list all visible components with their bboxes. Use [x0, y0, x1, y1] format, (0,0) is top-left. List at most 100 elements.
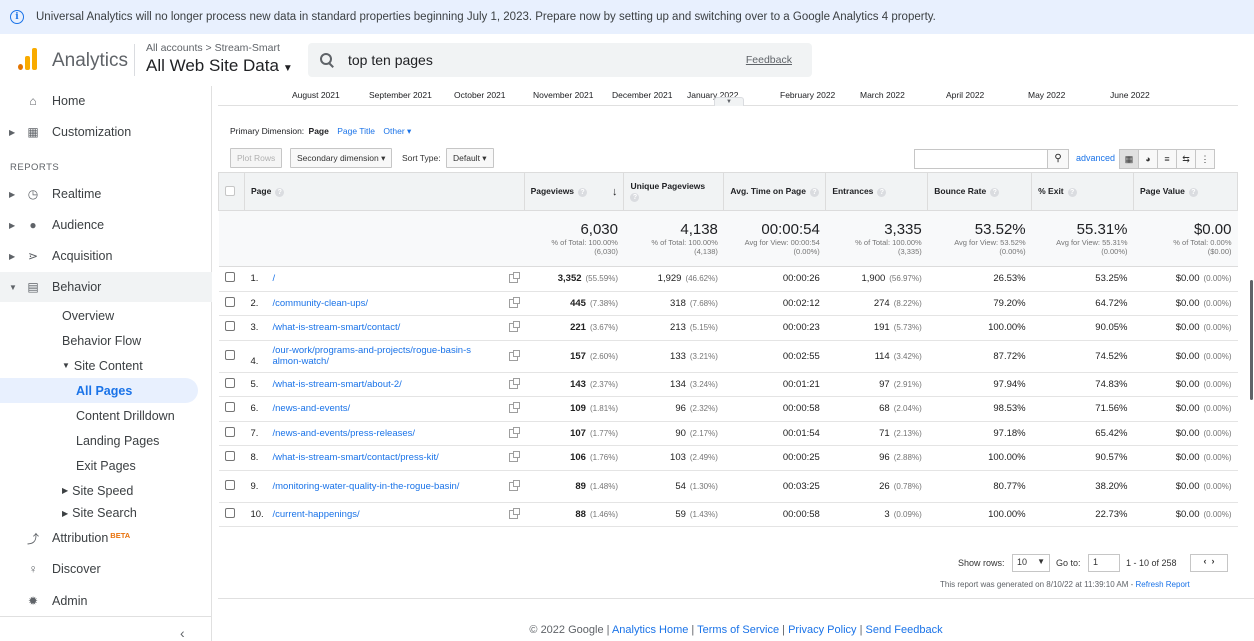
sidebar-item-all-pages[interactable]: All Pages — [0, 378, 198, 403]
col-header-page-value[interactable]: Page Value? — [1133, 172, 1238, 211]
page-link[interactable]: /our-work/programs-and-projects/rogue-ba… — [272, 345, 472, 367]
sidebar-item-exit-pages[interactable]: Exit Pages — [0, 453, 212, 478]
primary-dimension-other[interactable]: Other ▾ — [383, 126, 411, 136]
page-link[interactable]: /news-and-events/press-releases/ — [272, 428, 415, 439]
open-external-icon[interactable] — [509, 451, 521, 463]
row-select-cell[interactable] — [218, 291, 245, 316]
col-header-bounce-rate[interactable]: Bounce Rate? — [927, 172, 1033, 211]
row-select-cell[interactable] — [218, 502, 245, 527]
privacy-link[interactable]: Privacy Policy — [788, 624, 856, 636]
checkbox[interactable] — [224, 451, 235, 462]
checkbox[interactable] — [224, 479, 235, 490]
row-select-cell[interactable] — [218, 421, 245, 446]
page-link[interactable]: /what-is-stream-smart/about-2/ — [272, 379, 401, 390]
row-select-cell[interactable] — [218, 396, 245, 422]
page-scrollbar[interactable] — [1250, 280, 1253, 400]
sidebar-item-realtime[interactable]: ▶ ◷ Realtime — [0, 179, 212, 209]
plot-rows-button[interactable]: Plot Rows — [230, 148, 283, 168]
feedback-link[interactable]: Feedback — [746, 54, 792, 66]
checkbox[interactable] — [224, 272, 235, 283]
open-external-icon[interactable] — [509, 479, 521, 491]
sort-type-dropdown[interactable]: Default ▾ — [446, 148, 494, 168]
search-icon[interactable]: ⚲ — [1047, 149, 1069, 169]
sidebar-item-audience[interactable]: ▶ ● Audience — [0, 210, 212, 240]
sidebar-item-customization[interactable]: ▶ ▦ Customization — [0, 117, 212, 147]
row-select-cell[interactable] — [218, 315, 245, 341]
search-input[interactable]: top ten pages — [348, 52, 433, 68]
open-external-icon[interactable] — [509, 349, 521, 361]
checkbox[interactable] — [225, 185, 235, 196]
open-external-icon[interactable] — [509, 321, 521, 333]
table-filter-input[interactable] — [914, 149, 1048, 169]
chevron-right-icon[interactable]: › — [1212, 556, 1215, 566]
sidebar-item-discover[interactable]: ♀ Discover — [0, 554, 212, 584]
sidebar-item-admin[interactable]: ✹ Admin — [0, 586, 212, 616]
col-header-entrances[interactable]: Entrances? — [825, 172, 929, 211]
comparison-view-icon[interactable]: ⇆ — [1176, 149, 1196, 169]
help-icon[interactable]: ? — [578, 187, 588, 197]
open-external-icon[interactable] — [509, 272, 521, 284]
refresh-report-link[interactable]: Refresh Report — [1136, 580, 1190, 589]
col-header-unique-pageviews[interactable]: Unique Pageviews? — [623, 172, 725, 211]
sidebar-item-site-speed[interactable]: ▶ Site Speed — [0, 478, 212, 503]
chart-resize-handle[interactable]: ▼ — [714, 97, 744, 106]
page-link[interactable]: /current-happenings/ — [272, 509, 359, 520]
col-header-page[interactable]: Page? — [243, 172, 525, 211]
open-external-icon[interactable] — [509, 507, 521, 519]
analytics-logo-icon[interactable] — [18, 48, 40, 70]
open-external-icon[interactable] — [509, 402, 521, 414]
sidebar-item-acquisition[interactable]: ▶ ⋗ Acquisition — [0, 241, 212, 271]
sidebar-item-behavior-flow[interactable]: Behavior Flow — [0, 328, 212, 353]
row-select-cell[interactable] — [218, 340, 245, 373]
view-selector[interactable]: All Web Site Data ▼ — [146, 56, 293, 76]
checkbox[interactable] — [224, 321, 235, 332]
help-icon[interactable]: ? — [809, 188, 819, 197]
rows-per-page-select[interactable]: 10 ▼ — [1012, 554, 1050, 572]
primary-dimension-page[interactable]: Page — [309, 126, 329, 136]
secondary-dimension-dropdown[interactable]: Secondary dimension ▾ — [290, 148, 393, 168]
page-link[interactable]: / — [272, 273, 275, 284]
advanced-filter-link[interactable]: advanced — [1076, 153, 1115, 163]
search-box[interactable]: top ten pages Feedback — [308, 43, 812, 77]
sidebar-item-site-content[interactable]: ▼ Site Content — [0, 353, 212, 378]
page-link[interactable]: /what-is-stream-smart/contact/ — [272, 322, 400, 333]
help-icon[interactable]: ? — [877, 188, 887, 197]
row-select-cell[interactable] — [218, 470, 245, 503]
pivot-view-icon[interactable]: ⋮ — [1195, 149, 1215, 169]
collapse-sidebar-icon[interactable]: ‹ — [180, 625, 185, 641]
table-view-icon[interactable]: ▦ — [1119, 149, 1139, 169]
account-breadcrumb[interactable]: All accounts > Stream-Smart — [146, 42, 280, 54]
row-select-cell[interactable] — [218, 445, 245, 471]
sidebar-item-overview[interactable]: Overview — [0, 303, 212, 328]
checkbox[interactable] — [224, 349, 235, 360]
checkbox[interactable] — [224, 296, 235, 307]
help-icon[interactable]: ? — [990, 188, 1000, 197]
row-select-cell[interactable] — [218, 266, 245, 292]
help-icon[interactable]: ? — [630, 193, 640, 202]
checkbox[interactable] — [224, 402, 235, 413]
pie-view-icon[interactable]: ◕ — [1138, 149, 1158, 169]
select-all-header[interactable] — [218, 172, 245, 211]
primary-dimension-page-title[interactable]: Page Title — [337, 126, 375, 136]
open-external-icon[interactable] — [509, 377, 521, 389]
col-header-exit[interactable]: % Exit? — [1031, 172, 1135, 211]
sidebar-item-landing-pages[interactable]: Landing Pages — [0, 428, 212, 453]
chevron-left-icon[interactable]: ‹ — [1203, 556, 1206, 566]
help-icon[interactable]: ? — [1188, 188, 1198, 197]
sidebar-item-attribution[interactable]: ⤴ Attribution BETA — [0, 523, 212, 553]
open-external-icon[interactable] — [509, 296, 521, 308]
performance-view-icon[interactable]: ≡ — [1157, 149, 1177, 169]
sidebar-item-site-search[interactable]: ▶ Site Search — [0, 503, 212, 523]
page-link[interactable]: /monitoring-water-quality-in-the-rogue-b… — [272, 481, 459, 492]
sidebar-item-content-drilldown[interactable]: Content Drilldown — [0, 403, 212, 428]
page-link[interactable]: /news-and-events/ — [272, 403, 350, 414]
page-link[interactable]: /community-clean-ups/ — [272, 298, 368, 309]
sidebar-item-behavior[interactable]: ▼ ▤ Behavior — [0, 272, 212, 302]
row-select-cell[interactable] — [218, 372, 245, 397]
page-link[interactable]: /what-is-stream-smart/contact/press-kit/ — [272, 452, 438, 463]
analytics-home-link[interactable]: Analytics Home — [612, 624, 688, 636]
checkbox[interactable] — [224, 377, 235, 388]
help-icon[interactable]: ? — [275, 188, 285, 197]
prev-next-buttons[interactable]: ‹ › — [1190, 554, 1228, 572]
checkbox[interactable] — [224, 507, 235, 518]
